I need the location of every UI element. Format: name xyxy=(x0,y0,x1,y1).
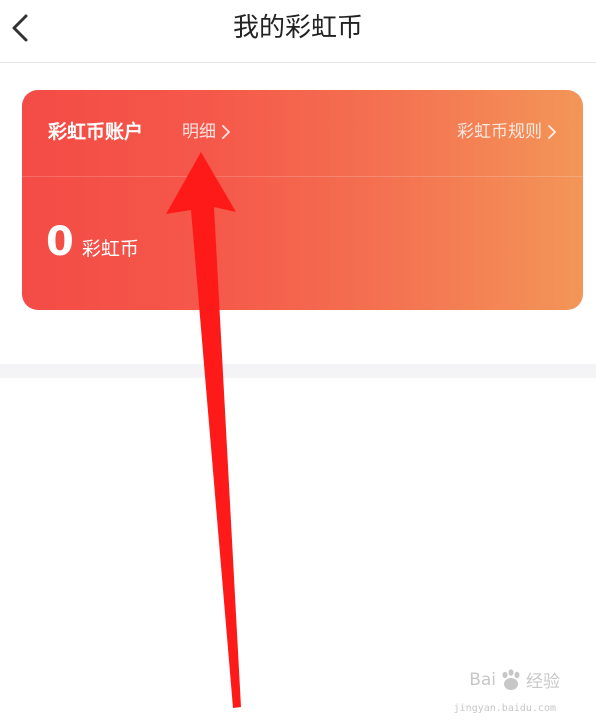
rainbow-coin-account-card: 彩虹币账户 明细 彩虹币规则 0 彩虹币 xyxy=(22,90,583,310)
watermark-url: jingyan.baidu.com xyxy=(453,703,556,714)
detail-link-label: 明细 xyxy=(182,122,216,142)
paw-icon xyxy=(502,668,520,690)
account-card-title: 彩虹币账户 xyxy=(48,121,144,143)
top-nav-bar: 我的彩虹币 xyxy=(0,0,596,63)
detail-link[interactable]: 明细 xyxy=(182,119,231,145)
balance-row: 0 彩虹币 xyxy=(46,218,139,266)
watermark: Bai 经验 xyxy=(469,667,560,692)
chevron-right-icon xyxy=(548,125,556,139)
balance-unit: 彩虹币 xyxy=(81,238,139,260)
watermark-brand-right: 经验 xyxy=(526,672,560,692)
section-divider xyxy=(0,364,596,378)
card-divider xyxy=(22,176,583,177)
watermark-brand-left: Bai xyxy=(469,669,496,690)
rules-link-label: 彩虹币规则 xyxy=(457,122,542,142)
rules-link[interactable]: 彩虹币规则 xyxy=(457,119,557,145)
balance-value: 0 xyxy=(46,219,74,265)
page-title: 我的彩虹币 xyxy=(232,13,363,43)
chevron-right-icon xyxy=(222,125,230,139)
